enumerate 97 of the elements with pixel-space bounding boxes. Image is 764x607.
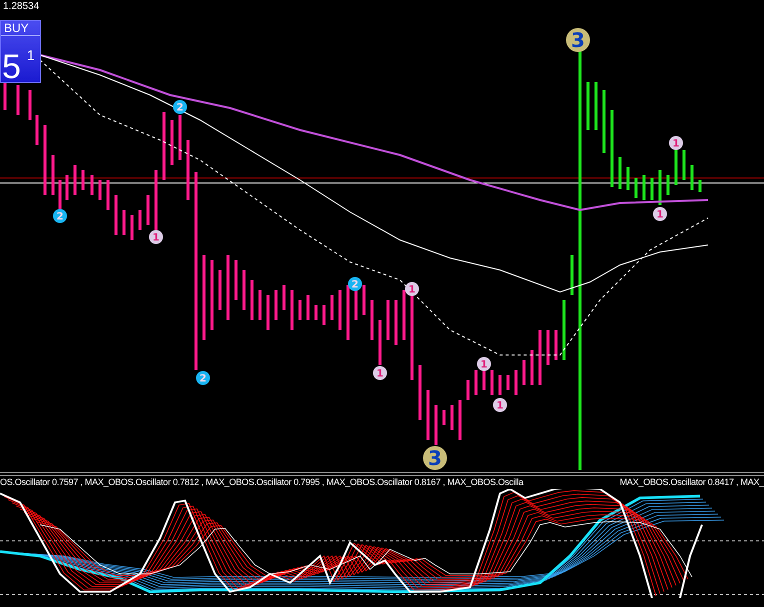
price-bar: [74, 165, 76, 195]
price-bar: [698, 180, 702, 192]
price-bar: [210, 260, 214, 330]
price-bar: [370, 300, 374, 340]
signal-marker: 2: [173, 100, 187, 114]
price-bar: [426, 390, 430, 440]
price-bar: [378, 320, 382, 365]
price-bar: [522, 360, 526, 385]
price-bar: [402, 290, 406, 340]
buy-button[interactable]: BUY: [1, 21, 40, 36]
price-bar: [234, 260, 238, 300]
price-bar: [490, 370, 494, 395]
signal-marker: 1: [653, 207, 667, 221]
price-bar: [178, 115, 182, 160]
price-bar: [4, 80, 6, 110]
price-bar: [618, 157, 622, 189]
price-bar: [66, 175, 68, 200]
price-bar: [634, 178, 638, 198]
price-bar: [514, 370, 518, 395]
price-bar: [602, 90, 606, 153]
signal-marker: 3: [566, 28, 590, 52]
signal-marker: 1: [669, 136, 683, 150]
price-bar: [690, 165, 694, 190]
price-bar: [154, 170, 158, 230]
price-bar: [466, 380, 470, 400]
price-bar: [554, 330, 558, 360]
price-bar: [594, 82, 598, 130]
price-bar: [562, 300, 566, 360]
price-bar: [52, 155, 54, 195]
price-bar: [322, 305, 326, 325]
price-bar: [130, 215, 134, 240]
price-bar: [186, 140, 190, 200]
price-bar: [114, 195, 118, 235]
price-bar: [266, 295, 270, 330]
price-bar: [90, 175, 94, 195]
price-bar: [282, 285, 286, 310]
price-bar: [506, 375, 510, 390]
price-bar: [498, 375, 502, 395]
price-bar: [418, 365, 422, 420]
price-bar: [330, 295, 334, 320]
indicator-label: MAX_OBOS.Oscillator 0.8417 , MAX_: [620, 476, 764, 489]
signal-marker: 1: [149, 230, 163, 244]
price-bar: [474, 370, 478, 395]
signal-marker: 2: [348, 277, 362, 291]
price-bar: [36, 115, 38, 145]
price-bar: [306, 295, 310, 320]
indicator-label: OS.Oscillator 0.7597 , MAX_OBOS.Oscillator 0.7812 , MAX_OBOS.Oscillator 0.7995 , MAX_OBOS.Oscillator 0.8167 , MAX_OBOS.Oscilla: [0, 476, 524, 489]
price-bar: [314, 305, 318, 320]
price-bar: [642, 175, 646, 200]
price-bar: [682, 150, 686, 180]
signal-marker: 1: [373, 366, 387, 380]
price-bar: [258, 290, 262, 320]
price-bar: [530, 350, 534, 385]
price-bar: [226, 255, 230, 320]
signal-marker: 1: [405, 282, 419, 296]
price-bar: [450, 405, 454, 430]
price-bar: [218, 270, 222, 310]
price-bar: [442, 410, 446, 425]
price-label: 1.28534: [3, 1, 40, 12]
price-bar: [546, 330, 550, 365]
price-bar: [586, 82, 590, 130]
price-bar: [106, 180, 110, 210]
price-bar: [162, 112, 166, 180]
price-bar: [98, 180, 102, 200]
signal-marker: 3: [423, 446, 447, 470]
price-bar: [250, 280, 254, 320]
price-bar: [170, 120, 174, 165]
price-bar: [28, 90, 32, 120]
price-bar: [394, 300, 398, 345]
price-bar: [122, 210, 126, 235]
price-bar: [138, 210, 142, 230]
signal-marker: 1: [493, 398, 507, 412]
signal-marker: 2: [53, 209, 67, 223]
price-bar: [16, 85, 20, 115]
lot-size: 5 $^{1}$: [1, 46, 36, 86]
signal-marker: 2: [196, 371, 210, 385]
price-bar: [58, 180, 62, 210]
price-bar: [386, 300, 390, 340]
price-bar: [242, 270, 246, 310]
price-bar: [650, 178, 654, 200]
price-bar: [44, 125, 46, 195]
price-bar: [666, 175, 670, 195]
price-bar: [458, 400, 462, 440]
signal-marker: 1: [477, 357, 491, 371]
price-bar: [298, 300, 302, 320]
price-bar: [290, 290, 294, 330]
price-bar: [626, 167, 630, 190]
price-bar: [338, 290, 342, 330]
price-bar: [82, 170, 84, 190]
price-bar: [346, 285, 350, 340]
price-bar: [658, 170, 662, 205]
price-bar: [538, 330, 542, 385]
price-bar: [362, 285, 366, 315]
price-bar: [274, 290, 278, 320]
price-bar: [146, 195, 150, 225]
price-bar: [570, 255, 574, 295]
price-bar: [434, 405, 438, 445]
